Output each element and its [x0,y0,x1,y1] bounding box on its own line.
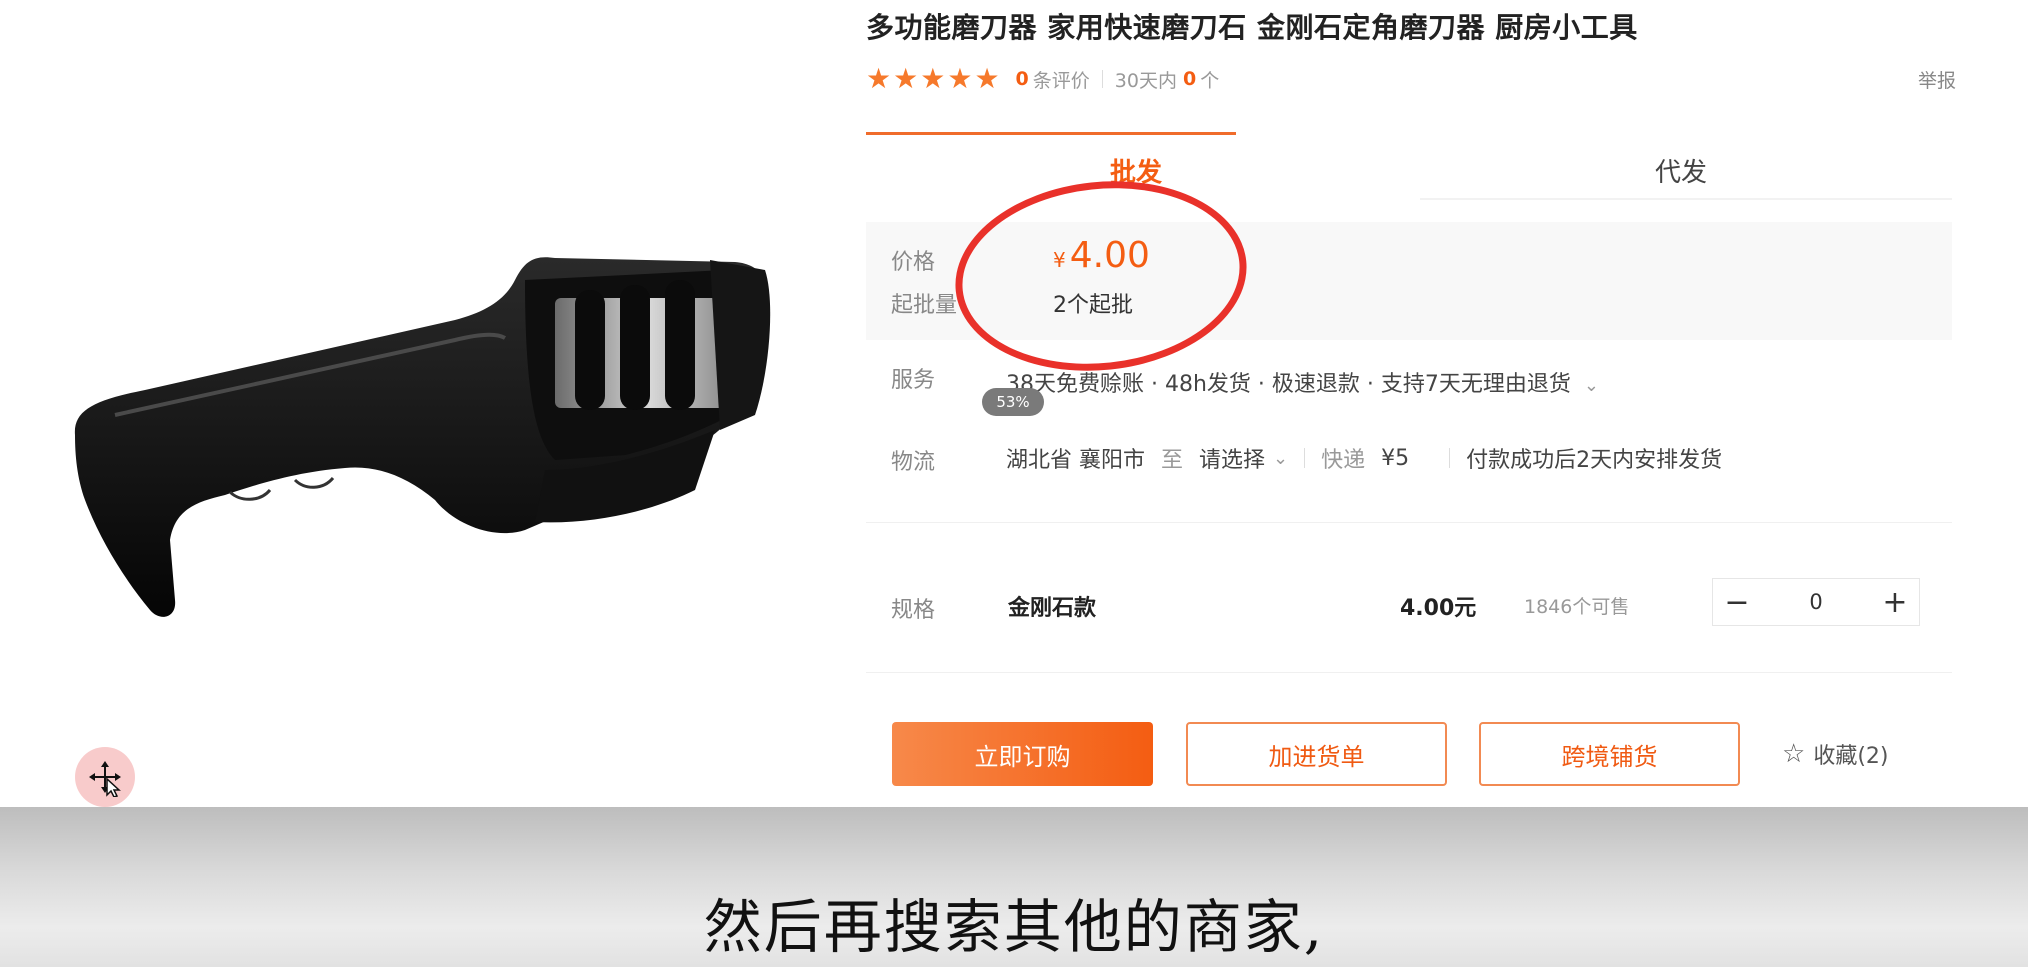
star-icon: ★ [947,62,973,95]
report-link[interactable]: 举报 [1918,66,1956,93]
favorite-label: 收藏(2) [1813,744,1889,769]
ship-from: 湖北省 襄阳市 [1006,448,1145,473]
cross-border-button[interactable]: 跨境铺货 [1479,722,1740,786]
add-to-cart-button[interactable]: 加进货单 [1186,722,1447,786]
section-divider [866,522,1952,523]
sales-period-label: 30天内 [1114,69,1177,92]
star-icon: ★ [866,62,892,95]
rating-count: 0 [1015,68,1029,90]
logistics-label: 物流 [891,450,936,475]
progress-badge: 53% [982,388,1044,416]
spec-label: 规格 [891,598,936,623]
service-label: 服务 [891,368,936,393]
favorite-button[interactable]: ☆ 收藏(2) [1782,738,1888,770]
service-list[interactable]: 38天免费赊账 · 48h发货 · 极速退款 · 支持7天无理由退货 ⌄ [1006,366,1599,398]
spec-name: 金刚石款 [1008,596,1097,621]
divider [1304,448,1306,468]
tab-divider [1420,198,1952,200]
sales-unit: 个 [1200,69,1220,92]
quantity-stepper: − 0 + [1712,578,1920,626]
product-image [55,240,795,640]
logistics-row: 湖北省 襄阳市 至 请选择 ⌄ 快递 ¥5 付款成功后2天内安排发货 [1006,442,1722,474]
divider [1101,70,1103,88]
star-icon: ★ [920,62,946,95]
order-now-button[interactable]: 立即订购 [892,722,1153,786]
quantity-input[interactable]: 0 [1761,590,1871,614]
star-icon: ★ [893,62,919,95]
moq-label: 起批量 [891,293,958,318]
service-text: 38天免费赊账 · 48h发货 · 极速退款 · 支持7天无理由退货 [1006,372,1571,397]
star-outline-icon: ☆ [1782,739,1806,769]
product-title: 多功能磨刀器 家用快速磨刀石 金刚石定角磨刀器 厨房小工具 [866,11,1638,44]
to-label: 至 [1161,448,1184,473]
destination-select[interactable]: 请选择 [1199,442,1265,474]
spec-price: 4.00元 [1400,596,1477,621]
tab-dropship[interactable]: 代发 [1655,152,1707,189]
active-tab-indicator [866,132,1236,135]
shipping-note: 付款成功后2天内安排发货 [1466,448,1723,473]
spec-stock: 1846个可售 [1524,596,1630,618]
minus-icon[interactable]: − [1713,579,1761,625]
star-icon: ★ [974,62,1000,95]
divider [1449,448,1451,468]
shipping-fee: ¥5 [1381,445,1410,471]
rating-label[interactable]: 条评价 [1033,66,1090,93]
section-divider [866,672,1952,673]
video-subtitle: 然后再搜索其他的商家, [703,893,1325,961]
chevron-down-icon[interactable]: ⌄ [1273,448,1288,469]
rating-row: ★ ★ ★ ★ ★ 0 条评价 30天内 0 个 [866,62,1219,96]
sales-count: 0 [1182,68,1197,90]
plus-icon[interactable]: + [1871,579,1919,625]
shipping-method: 快递 [1321,448,1366,473]
highlight-circle-annotation [945,167,1257,385]
price-label: 价格 [891,250,936,275]
cursor-move-icon [75,747,135,807]
chevron-down-icon[interactable]: ⌄ [1584,375,1599,396]
